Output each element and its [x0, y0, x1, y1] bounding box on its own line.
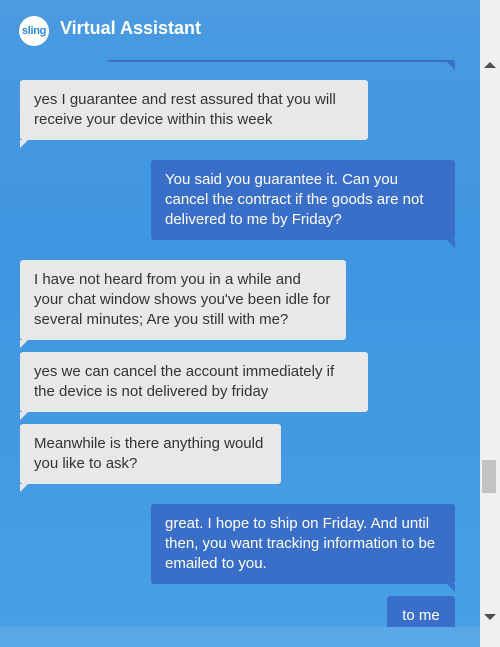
chat-header: sling Virtual Assistant: [0, 0, 480, 60]
scrollbar-thumb[interactable]: [482, 460, 496, 493]
message-text: Meanwhile is there anything would you li…: [34, 435, 264, 472]
logo-text: sling: [21, 25, 47, 37]
bot-message: I have not heard from you in a while and…: [20, 260, 346, 348]
user-message: to me: [387, 596, 455, 627]
scroll-up-arrow-icon[interactable]: [484, 62, 496, 68]
user-message-partial: [107, 60, 455, 70]
message-text: great. I hope to ship on Friday. And unt…: [165, 515, 436, 572]
message-list[interactable]: yes I guarantee and rest assured that yo…: [0, 60, 480, 627]
message-text: I have not heard from you in a while and…: [34, 271, 331, 328]
scroll-down-arrow-icon[interactable]: [484, 614, 496, 620]
chat-title: Virtual Assistant: [60, 18, 202, 38]
message-text: to me: [402, 607, 440, 624]
scrollbar[interactable]: [480, 0, 500, 647]
message-text: yes I guarantee and rest assured that yo…: [34, 91, 336, 128]
chat-footer: [0, 627, 480, 647]
bot-message: yes I guarantee and rest assured that yo…: [20, 80, 368, 148]
sling-logo: sling: [19, 16, 49, 46]
message-text: You said you guarantee it. Can you cance…: [165, 171, 424, 228]
bot-message: yes we can cancel the account immediatel…: [20, 352, 368, 420]
user-message: You said you guarantee it. Can you cance…: [151, 160, 455, 248]
bot-message: Meanwhile is there anything would you li…: [20, 424, 281, 492]
message-text: yes we can cancel the account immediatel…: [34, 363, 335, 400]
user-message: great. I hope to ship on Friday. And unt…: [151, 504, 455, 592]
